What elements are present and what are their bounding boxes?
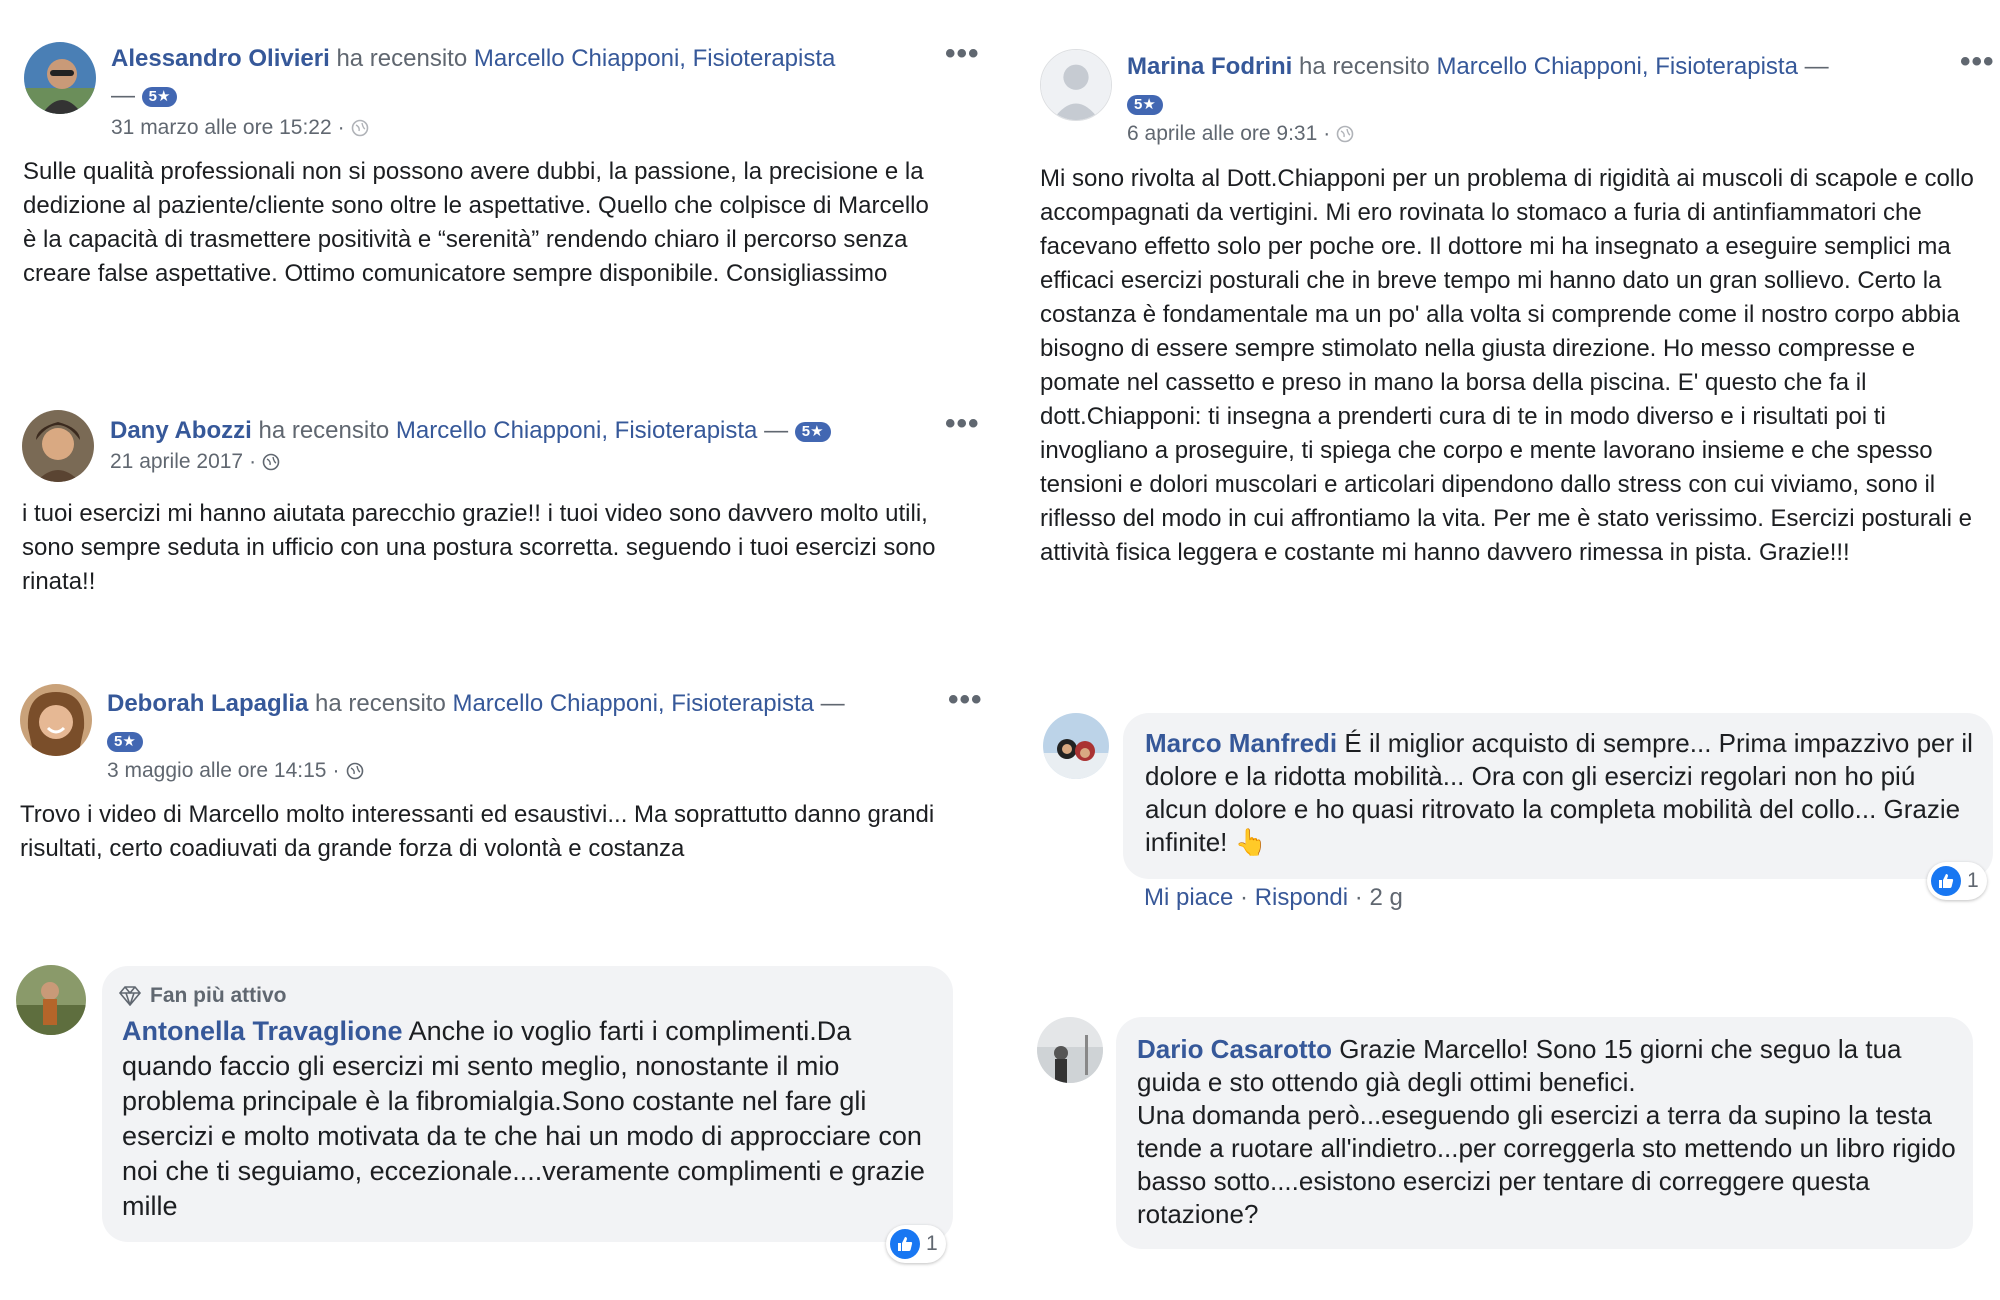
avatar[interactable] — [16, 965, 86, 1035]
comment-text: Anche io voglio farti i complimenti.Da q… — [122, 1016, 925, 1221]
reviewed-text: ha recensito — [336, 45, 468, 72]
commenter-name[interactable]: Antonella Travaglione — [122, 1016, 403, 1046]
globe-icon — [346, 762, 363, 780]
comment-text-block: Dario Casarotto Grazie Marcello! Sono 15… — [1137, 1033, 1962, 1231]
timestamp[interactable]: 6 aprile alle ore 9:31 — [1127, 122, 1317, 146]
avatar[interactable] — [1037, 1017, 1103, 1083]
diamond-icon — [118, 985, 142, 1006]
avatar[interactable] — [22, 410, 94, 482]
reviewer-name[interactable]: Marina Fodrini — [1127, 53, 1292, 80]
like-icon — [890, 1229, 920, 1259]
comment-bubble: Dario Casarotto Grazie Marcello! Sono 15… — [1116, 1017, 1973, 1249]
page-link[interactable]: Marcello Chiapponi, Fisioterapista — [474, 45, 836, 72]
review-meta: 3 maggio alle ore 14:15 · — [107, 759, 364, 783]
like-icon — [1931, 866, 1961, 896]
review-header: Marina Fodrini ha recensito Marcello Chi… — [1127, 48, 1927, 122]
fan-badge-label: Fan più attivo — [150, 984, 287, 1007]
commenter-name[interactable]: Dario Casarotto — [1137, 1034, 1332, 1064]
reviewer-name[interactable]: Alessandro Olivieri — [111, 45, 330, 72]
reviewed-text: ha recensito — [258, 417, 390, 444]
rating-badge: 5★ — [794, 421, 831, 442]
pointing-up-emoji: 👆 — [1234, 827, 1267, 857]
timestamp[interactable]: 21 aprile 2017 — [110, 450, 243, 474]
review-header: Dany Abozzi ha recensito Marcello Chiapp… — [110, 412, 930, 449]
avatar[interactable] — [1040, 49, 1112, 121]
globe-icon — [262, 453, 280, 471]
dash: — — [764, 417, 789, 444]
review-text: i tuoi esercizi mi hanno aiutata parecch… — [22, 500, 936, 595]
timestamp[interactable]: 3 maggio alle ore 14:15 — [107, 759, 327, 783]
comment-bubble: Fan più attivo Antonella Travaglione Anc… — [102, 966, 953, 1242]
like-count: 1 — [926, 1232, 938, 1255]
rating-badge: 5★ — [1127, 94, 1163, 115]
comment-text-block: Antonella Travaglione Anche io voglio fa… — [122, 1014, 932, 1224]
reviewed-text: ha recensito — [1299, 53, 1430, 80]
dash: — — [111, 82, 135, 109]
dash: — — [820, 690, 845, 717]
comment-actions: Mi piace · Rispondi · 2 g — [1144, 884, 1403, 911]
comment-bubble: Marco Manfredi É il miglior acquisto di … — [1123, 713, 1993, 879]
avatar[interactable] — [20, 684, 92, 756]
review-meta: 6 aprile alle ore 9:31 · — [1127, 122, 1354, 146]
page-link[interactable]: Marcello Chiapponi, Fisioterapista — [396, 417, 758, 444]
more-options-icon[interactable]: ••• — [945, 409, 980, 439]
like-count: 1 — [1967, 869, 1979, 892]
more-options-icon[interactable]: ••• — [945, 39, 980, 69]
review-header: Alessandro Olivieri ha recensito Marcell… — [111, 40, 921, 114]
fan-badge: Fan più attivo — [118, 978, 287, 1013]
dash: — — [1804, 53, 1829, 80]
comment-time[interactable]: 2 g — [1369, 884, 1402, 911]
reviewer-name[interactable]: Dany Abozzi — [110, 417, 252, 444]
comment-text-block: Marco Manfredi É il miglior acquisto di … — [1145, 727, 1975, 859]
like-action[interactable]: Mi piace — [1144, 884, 1233, 911]
page-link[interactable]: Marcello Chiapponi, Fisioterapista — [452, 690, 814, 717]
reviewer-name[interactable]: Deborah Lapaglia — [107, 690, 308, 717]
reply-action[interactable]: Rispondi — [1255, 884, 1348, 911]
review-text: Sulle qualità professionali non si posso… — [23, 158, 929, 287]
comment-text-second: Una domanda però...eseguendo gli eserciz… — [1137, 1100, 1956, 1229]
review-header: Deborah Lapaglia ha recensito Marcello C… — [107, 685, 927, 759]
globe-icon — [1336, 125, 1354, 143]
review-meta: 31 marzo alle ore 15:22 · — [111, 116, 369, 140]
review-text: Mi sono rivolta al Dott.Chiapponi per un… — [1040, 165, 1974, 566]
avatar[interactable] — [1043, 713, 1109, 779]
more-options-icon[interactable]: ••• — [1960, 47, 1995, 77]
globe-icon — [351, 119, 368, 137]
rating-badge: 5★ — [141, 86, 178, 107]
review-meta: 21 aprile 2017 · — [110, 450, 280, 474]
commenter-name[interactable]: Marco Manfredi — [1145, 728, 1337, 758]
review-text: Trovo i video di Marcello molto interess… — [20, 801, 935, 862]
rating-badge: 5★ — [107, 731, 143, 752]
timestamp[interactable]: 31 marzo alle ore 15:22 — [111, 116, 332, 140]
page-link[interactable]: Marcello Chiapponi, Fisioterapista — [1436, 53, 1798, 80]
avatar[interactable] — [24, 42, 96, 114]
reviewed-text: ha recensito — [315, 690, 446, 717]
like-count-badge[interactable]: 1 — [1927, 862, 1987, 900]
more-options-icon[interactable]: ••• — [948, 685, 983, 715]
like-count-badge[interactable]: 1 — [886, 1225, 946, 1263]
